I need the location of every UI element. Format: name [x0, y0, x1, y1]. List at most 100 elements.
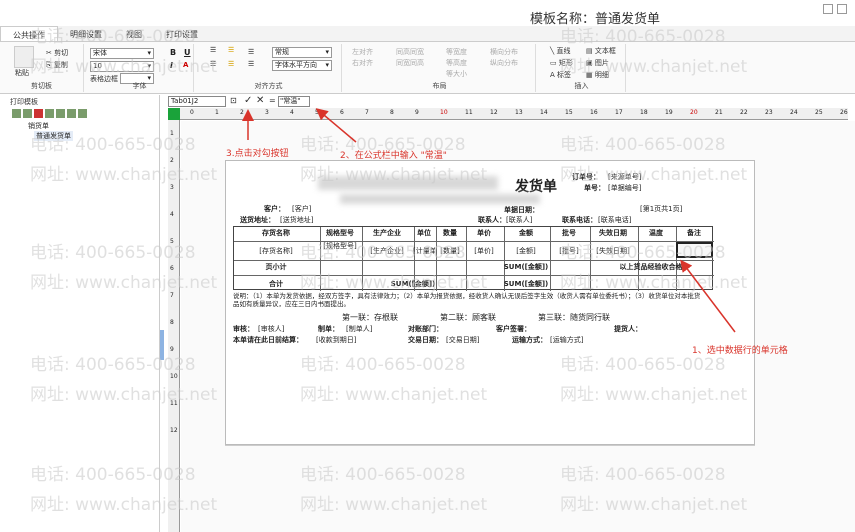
formula-input[interactable]: "常温"	[278, 96, 310, 107]
layout-same-size-button[interactable]: 同高同宽	[396, 47, 424, 57]
data-cell[interactable]: [计量单位]	[413, 246, 435, 256]
header-cell[interactable]: 批号	[549, 228, 589, 238]
tab-print[interactable]: 打印设置	[154, 26, 210, 41]
tab-view[interactable]: 视图	[114, 26, 154, 41]
subtotal-label[interactable]: 页小计	[233, 262, 319, 272]
header-cell[interactable]: 数量	[435, 228, 465, 238]
header-cell[interactable]: 存货名称	[233, 228, 319, 238]
align-left-icon[interactable]: ☰	[210, 60, 216, 68]
copy-label-3[interactable]: 第三联：随货同行联	[538, 312, 610, 323]
bill-no-field[interactable]: [单据编号]	[608, 183, 641, 193]
italic-button[interactable]: I	[170, 61, 173, 70]
import-icon[interactable]	[45, 109, 54, 118]
total-sum[interactable]: SUM([金额])	[361, 279, 465, 289]
font-family-select[interactable]: 宋体	[90, 48, 154, 59]
auditor-field[interactable]: [审核人]	[258, 324, 284, 334]
subtotal-sum[interactable]: SUM([金额])	[503, 262, 549, 272]
contact-field[interactable]: [联系人]	[506, 215, 532, 225]
font-size-select[interactable]: 10	[90, 61, 154, 72]
function-icon[interactable]: ⊡	[230, 96, 237, 105]
align-bottom-icon[interactable]: ☰	[248, 48, 254, 56]
copy-label-1[interactable]: 第一联：存根联	[342, 312, 398, 323]
header-cell[interactable]: 失效日期	[589, 228, 637, 238]
header-cell[interactable]: 备注	[675, 228, 713, 238]
page-number-field[interactable]: [第1页共1页]	[640, 204, 682, 214]
cell-reference-field[interactable]: Tab01J2	[168, 96, 226, 107]
ruler-tick-label: 9	[170, 346, 174, 353]
header-cell[interactable]: 单位	[413, 228, 435, 238]
minimize-icon[interactable]	[823, 4, 833, 14]
data-cell[interactable]: [失效日期]	[589, 246, 637, 256]
layout-left-button[interactable]: 左对齐	[352, 47, 373, 57]
cancel-x-button[interactable]: ✕	[256, 95, 264, 106]
tab-common[interactable]: 公共操作	[0, 26, 58, 41]
maker-field[interactable]: [制单人]	[346, 324, 372, 334]
save-icon[interactable]	[23, 109, 32, 118]
format-select[interactable]: 常规	[272, 47, 332, 58]
copy-label-2[interactable]: 第二联：顾客联	[440, 312, 496, 323]
tree-item-normal-invoice[interactable]: 普通发货单	[34, 131, 73, 141]
order-no-field[interactable]: [来源单号]	[608, 172, 641, 182]
new-icon[interactable]	[12, 109, 21, 118]
copy-template-icon[interactable]	[67, 109, 76, 118]
halign-select[interactable]: 字体水平方向	[272, 60, 332, 71]
header-cell[interactable]: 金额	[503, 228, 549, 238]
align-top-icon[interactable]: ☰	[210, 46, 216, 54]
selected-cell[interactable]	[676, 242, 713, 258]
layout-equal-size-button[interactable]: 等大小	[446, 69, 467, 79]
confirm-check-button[interactable]: ✓	[244, 95, 252, 106]
tree-item-sales[interactable]: 销货单	[28, 121, 49, 131]
notes-text[interactable]: 说明：（1）本单为发货依据，经双方签字，具有法律效力；（2）本单为报货依据，经收…	[233, 292, 703, 308]
customer-field[interactable]: [客户]	[292, 204, 311, 214]
total-label[interactable]: 合计	[233, 279, 319, 289]
insert-label-button[interactable]: A 标签	[550, 70, 571, 80]
paste-button[interactable]: 粘贴	[15, 68, 29, 78]
horizontal-ruler: 0 1 2 3 4 5 6 7 8 9 10 11 12 13 14 15 16 17 18 19 20 21 22 23 24…	[168, 108, 848, 120]
insert-line-button[interactable]: ╲ 直线	[550, 46, 570, 56]
layout-equal-width-button[interactable]: 等宽度	[446, 47, 467, 57]
cut-button[interactable]: ✂ 剪切	[46, 48, 68, 58]
close-icon[interactable]	[837, 4, 847, 14]
header-cell[interactable]: 生产企业	[361, 228, 413, 238]
insert-image-button[interactable]: ▣ 图片	[586, 58, 609, 68]
qualified-text[interactable]: 以上货品经验收合格	[589, 262, 713, 272]
bold-button[interactable]: B	[170, 48, 176, 57]
data-cell[interactable]: [数量]	[435, 246, 465, 256]
insert-textbox-button[interactable]: ▤ 文本框	[586, 46, 616, 56]
align-right-icon[interactable]: ☰	[248, 60, 254, 68]
ship-method-field[interactable]: [运输方式]	[550, 335, 583, 345]
ship-addr-field[interactable]: [送货地址]	[280, 215, 313, 225]
data-cell[interactable]: [金额]	[503, 246, 549, 256]
panel-splitter[interactable]	[160, 330, 164, 360]
align-center-icon[interactable]: ☰	[228, 60, 234, 68]
underline-button[interactable]: U	[184, 48, 191, 57]
trade-date-field[interactable]: [交易日期]	[446, 335, 479, 345]
data-cell[interactable]: [生产企业]	[361, 246, 413, 256]
ruler-tick-label: 0	[190, 109, 194, 116]
delete-icon[interactable]	[34, 109, 43, 118]
insert-detail-button[interactable]: ▦ 明细	[586, 70, 609, 80]
layout-right-button[interactable]: 右对齐	[352, 58, 373, 68]
total-amount[interactable]: SUM([金额])	[503, 279, 549, 289]
data-cell[interactable]: [单价]	[465, 246, 503, 256]
data-cell[interactable]: [批号]	[549, 246, 589, 256]
data-cell[interactable]: [规格型号]	[319, 242, 361, 250]
header-cell[interactable]: 单价	[465, 228, 503, 238]
tab-detail[interactable]: 明细设置	[58, 26, 114, 41]
insert-rect-button[interactable]: ▭ 矩形	[550, 58, 573, 68]
layout-equal-height-button[interactable]: 等高度	[446, 58, 467, 68]
layout-hdist-button[interactable]: 横向分布	[490, 47, 518, 57]
refresh-icon[interactable]	[78, 109, 87, 118]
export-icon[interactable]	[56, 109, 65, 118]
header-cell[interactable]: 规格型号	[319, 228, 361, 238]
phone-field[interactable]: [联系电话]	[598, 215, 631, 225]
header-cell[interactable]: 温度	[637, 228, 675, 238]
align-middle-icon[interactable]: ☰	[228, 46, 234, 54]
layout-vdist-button[interactable]: 纵向分布	[490, 58, 518, 68]
font-color-icon[interactable]: A	[183, 61, 188, 69]
data-cell[interactable]: [存货名称]	[233, 246, 319, 256]
settle-field[interactable]: [收款到期日]	[316, 335, 356, 345]
layout-same-size2-button[interactable]: 同宽同高	[396, 58, 424, 68]
ruler-tick-label: 13	[515, 109, 523, 116]
copy-button[interactable]: ⎘ 复制	[46, 60, 68, 70]
